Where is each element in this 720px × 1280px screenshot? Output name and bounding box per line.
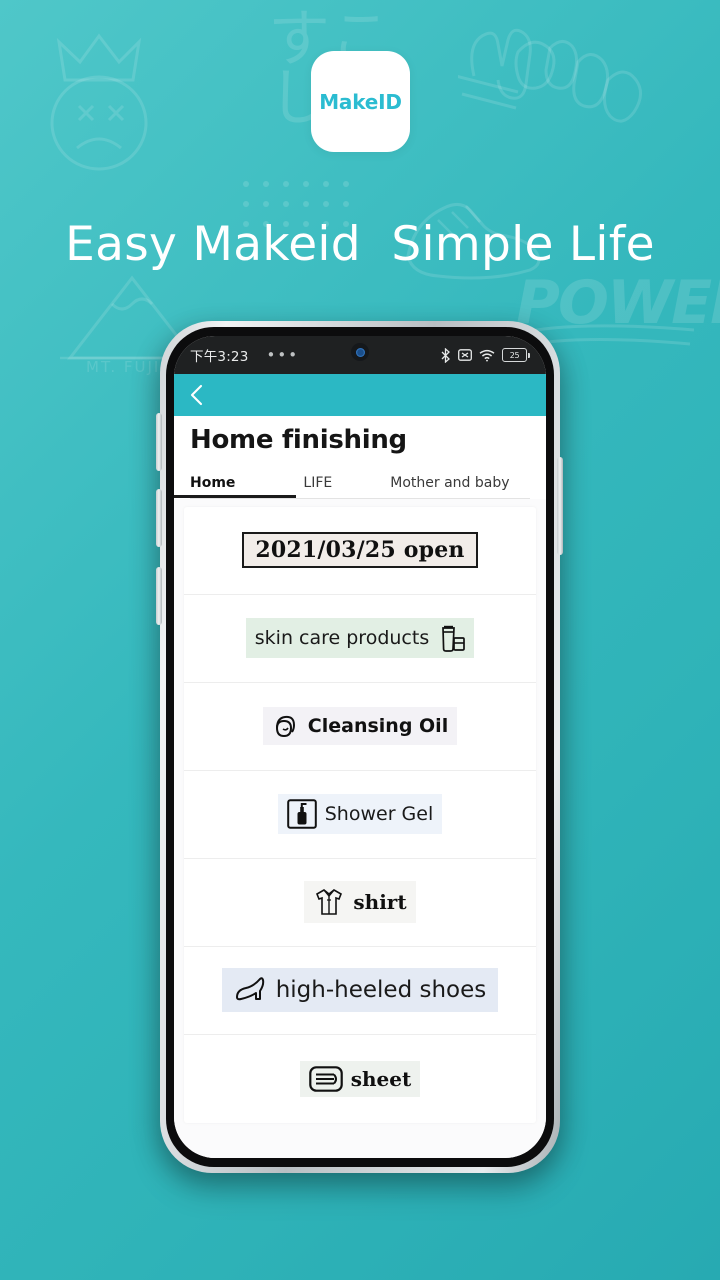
phone-assistant-button[interactable] bbox=[156, 567, 162, 625]
wifi-icon bbox=[479, 349, 495, 361]
list-item[interactable]: Cleansing Oil bbox=[184, 683, 536, 771]
chip-skin-care-products: skin care products bbox=[245, 618, 475, 659]
battery-level: 25 bbox=[509, 350, 520, 360]
face-icon bbox=[275, 716, 295, 738]
promo-page: すこし MT. FUJI POWER MakeID Easy Makeid Si… bbox=[0, 0, 720, 1280]
tab-mother-and-baby[interactable]: Mother and baby bbox=[390, 475, 509, 498]
label-text-cleansing-oil: Cleansing Oil bbox=[307, 715, 449, 738]
app-top-bar bbox=[174, 374, 546, 416]
pump-bottle-icon bbox=[286, 799, 317, 830]
label-text-sheet: sheet bbox=[350, 1066, 412, 1091]
app-icon[interactable]: MakeID bbox=[311, 51, 410, 152]
list-item[interactable]: shirt bbox=[184, 859, 536, 947]
status-icons: 25 bbox=[440, 347, 530, 363]
hello-graffiti-doodle bbox=[458, 28, 642, 123]
phone-volume-down-button[interactable] bbox=[156, 489, 162, 547]
tab-active-underline bbox=[174, 494, 296, 498]
label-list: 2021/03/25 open skin care products Clean… bbox=[174, 498, 546, 1158]
chevron-left-icon[interactable] bbox=[188, 383, 206, 407]
chip-shirt: shirt bbox=[304, 881, 416, 924]
folded-sheet-icon bbox=[308, 1066, 343, 1092]
status-notification-dots: ••• bbox=[266, 346, 300, 364]
phone-screen: 下午3:23 ••• 25 Home finishing Home LIFE M… bbox=[174, 336, 546, 1158]
chip-shower-gel: Shower Gel bbox=[277, 794, 443, 835]
status-time: 下午3:23 bbox=[190, 349, 249, 365]
chip-cleansing-oil: Cleansing Oil bbox=[262, 707, 458, 746]
label-text-skin-care-products: skin care products bbox=[254, 627, 430, 650]
crown-sad-face-doodle bbox=[50, 33, 148, 171]
label-text-high-heeled-shoes: high-heeled shoes bbox=[275, 977, 487, 1004]
phone-volume-up-button[interactable] bbox=[156, 413, 162, 471]
tab-bar: Home LIFE Mother and baby bbox=[174, 466, 530, 499]
list-item[interactable]: sheet bbox=[184, 1035, 536, 1123]
shirt-icon bbox=[316, 889, 343, 916]
tagline: Easy Makeid Simple Life bbox=[65, 217, 655, 272]
list-item[interactable]: Shower Gel bbox=[184, 771, 536, 859]
camera-lens bbox=[355, 347, 365, 357]
high-heel-icon bbox=[235, 977, 264, 1001]
battery-tip bbox=[528, 352, 530, 358]
chip-high-heeled-shoes: high-heeled shoes bbox=[221, 968, 499, 1013]
phone-mockup: 下午3:23 ••• 25 Home finishing Home LIFE M… bbox=[148, 317, 572, 1183]
status-bar: 下午3:23 ••• 25 bbox=[174, 336, 546, 374]
chip-sheet: sheet bbox=[299, 1060, 421, 1097]
page-title: Home finishing bbox=[190, 425, 407, 455]
list-item[interactable]: 2021/03/25 open bbox=[184, 507, 536, 595]
phone-power-button[interactable] bbox=[557, 457, 563, 555]
app-icon-label: MakeID bbox=[319, 89, 402, 114]
label-list-card: 2021/03/25 open skin care products Clean… bbox=[184, 506, 536, 1123]
label-text-shower-gel: Shower Gel bbox=[324, 803, 434, 826]
chip-open-date: 2021/03/25 open bbox=[242, 532, 478, 569]
tab-life[interactable]: LIFE bbox=[303, 475, 332, 498]
label-text-shirt: shirt bbox=[353, 890, 407, 915]
front-camera-icon bbox=[351, 343, 369, 361]
title-block: Home finishing Home LIFE Mother and baby bbox=[174, 416, 546, 499]
battery-icon: 25 bbox=[502, 348, 530, 362]
bluetooth-icon bbox=[441, 347, 450, 363]
no-sim-icon bbox=[458, 349, 472, 361]
label-text-open-date: 2021/03/25 open bbox=[242, 532, 478, 569]
list-item[interactable]: skin care products bbox=[184, 595, 536, 683]
list-item[interactable]: high-heeled shoes bbox=[184, 947, 536, 1035]
cosmetic-tube-icon bbox=[442, 626, 466, 653]
